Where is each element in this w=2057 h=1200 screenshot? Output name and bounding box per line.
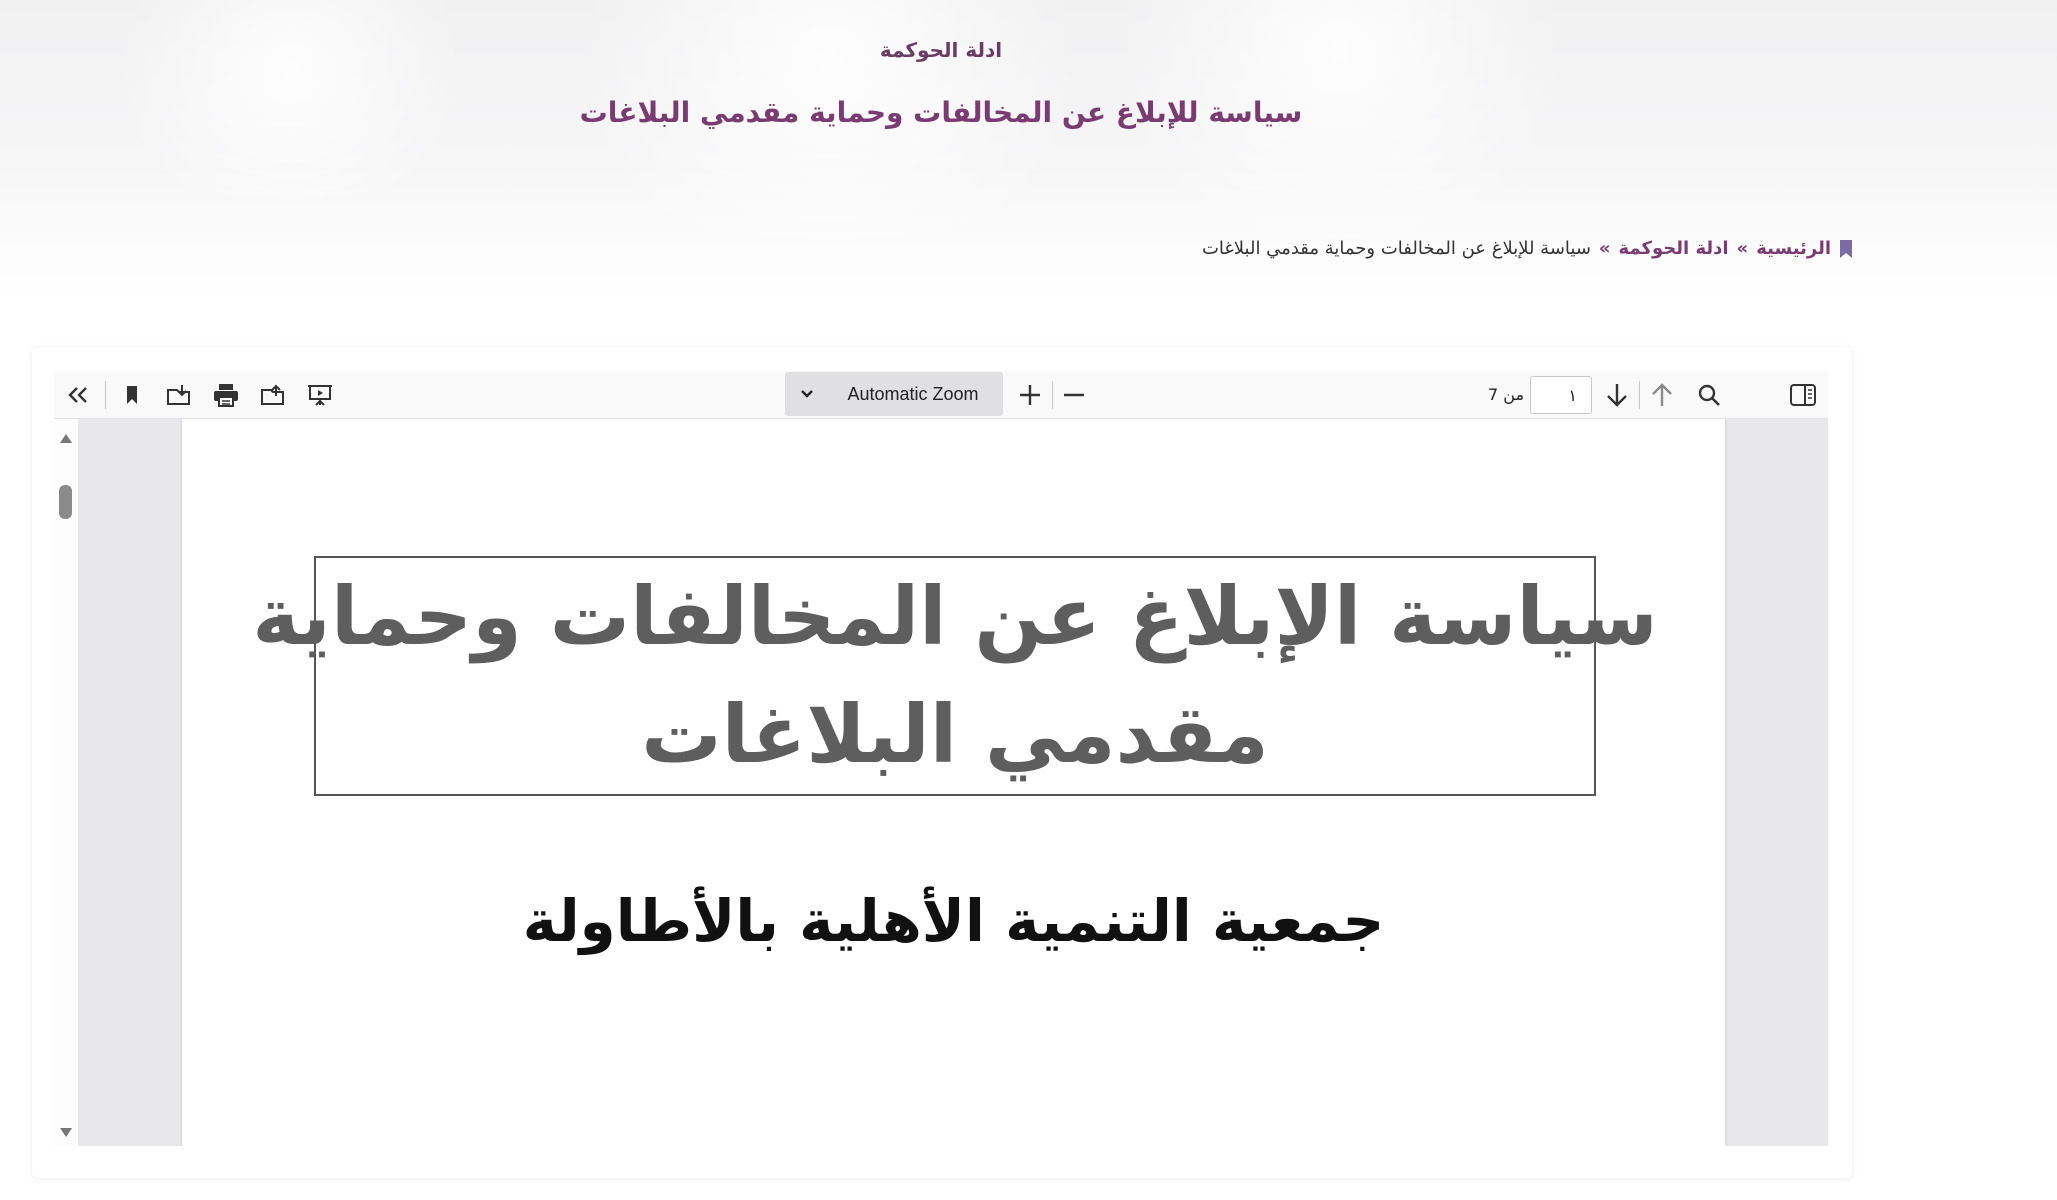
pdf-viewer-container[interactable]: سياسة الإبلاغ عن المخالفات وحماية مقدمي … — [54, 419, 1828, 1146]
chevron-down-icon — [785, 389, 829, 399]
breadcrumb-current: سياسة للإبلاغ عن المخالفات وحماية مقدمي … — [1201, 238, 1591, 259]
minus-icon[interactable] — [1058, 379, 1090, 411]
toolbar-separator — [105, 381, 106, 409]
search-icon[interactable] — [1693, 379, 1725, 411]
scroll-up-arrow-icon[interactable] — [59, 429, 73, 443]
document-title-line-2: مقدمي البلاغات — [641, 688, 1269, 781]
sidebar-toggle-icon[interactable] — [1787, 379, 1819, 411]
open-file-icon[interactable] — [257, 379, 289, 411]
breadcrumb-home-link[interactable]: الرئيسية — [1756, 238, 1831, 259]
document-title-box: سياسة الإبلاغ عن المخالفات وحماية مقدمي … — [252, 556, 1658, 796]
category-title: ادلة الحوكمة — [879, 38, 1003, 62]
breadcrumb-category-link[interactable]: ادلة الحوكمة — [1619, 238, 1729, 259]
presentation-icon[interactable] — [304, 379, 336, 411]
zoom-value: Automatic Zoom — [847, 383, 979, 404]
arrow-down-icon[interactable] — [1601, 379, 1633, 411]
toolbar-separator — [1052, 381, 1053, 409]
double-chevron-icon[interactable] — [62, 379, 94, 411]
scroll-down-arrow-icon[interactable] — [59, 1124, 73, 1137]
vertical-scrollbar[interactable] — [54, 419, 78, 1146]
document-title-line-1: سياسة الإبلاغ عن المخالفات وحماية — [252, 570, 1658, 663]
bookmark-icon — [1839, 239, 1853, 258]
page-number-input[interactable] — [1530, 376, 1592, 414]
scrollbar-thumb[interactable] — [59, 485, 72, 519]
bookmark-icon[interactable] — [116, 379, 148, 411]
plus-icon[interactable] — [1014, 379, 1046, 411]
download-icon[interactable] — [163, 379, 195, 411]
zoom-select[interactable]: Automatic Zoom — [785, 372, 1003, 416]
breadcrumb-separator: » — [1598, 238, 1611, 259]
page-title: سياسة للإبلاغ عن المخالفات وحماية مقدمي … — [579, 96, 1303, 129]
organization-name: جمعية التنمية الأهلية بالأطاولة — [522, 887, 1385, 955]
toolbar-separator — [1639, 381, 1640, 409]
page-count-label: من 7 — [1488, 385, 1525, 404]
pdf-toolbar: Automatic Zoom من 7 — [54, 371, 1828, 419]
breadcrumb: الرئيسية » ادلة الحوكمة » سياسة للإبلاغ … — [1202, 238, 1853, 259]
print-icon[interactable] — [210, 379, 242, 411]
breadcrumb-separator: » — [1736, 238, 1749, 259]
arrow-up-icon[interactable] — [1646, 379, 1678, 411]
pdf-page: سياسة الإبلاغ عن المخالفات وحماية مقدمي … — [182, 419, 1725, 1146]
